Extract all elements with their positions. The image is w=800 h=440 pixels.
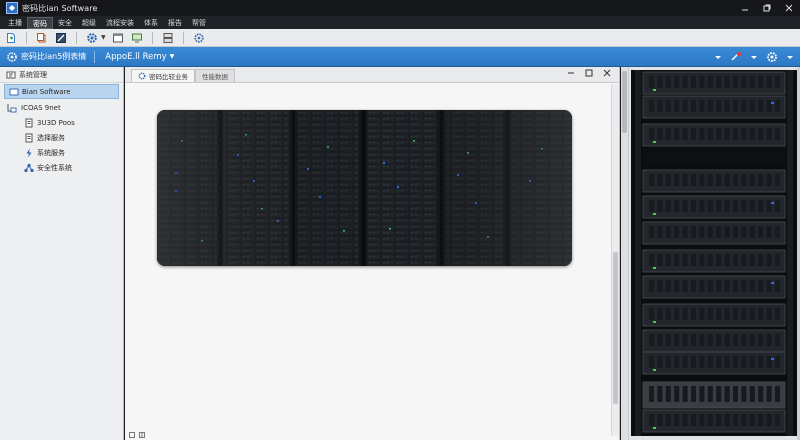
minimize-icon[interactable] bbox=[567, 69, 575, 77]
sidebar: 系统管理 Bian Software ICOAS 9net 3U3D Poos … bbox=[0, 67, 124, 440]
menu-item-1[interactable]: 密码 bbox=[27, 16, 53, 29]
caret-down-icon[interactable] bbox=[714, 52, 722, 62]
menu-item-0[interactable]: 主播 bbox=[3, 17, 27, 29]
edit-icon[interactable] bbox=[54, 31, 68, 45]
tab-performance-data[interactable]: 性能数据 bbox=[195, 69, 235, 82]
status-strip bbox=[125, 430, 620, 440]
address-divider bbox=[94, 50, 96, 63]
close-button[interactable] bbox=[778, 0, 800, 16]
sidebar-header-label: 系统管理 bbox=[19, 70, 47, 79]
monitor-icon[interactable] bbox=[130, 31, 144, 45]
sidebar-item-label: 系统服务 bbox=[37, 148, 65, 157]
rack-scrollbar[interactable] bbox=[621, 67, 629, 440]
options-gear-icon[interactable] bbox=[192, 31, 206, 45]
address-bar: 密码比ian5例表情 AppoE.ll Remy ▼ bbox=[0, 47, 800, 67]
sidebar-item-bian-software[interactable]: Bian Software bbox=[4, 84, 119, 99]
title-bar: 密码比ian Software bbox=[0, 0, 800, 16]
app-logo-icon bbox=[6, 2, 18, 14]
sidebar-item-label: 选择服务 bbox=[37, 133, 65, 142]
toolbar-divider bbox=[182, 31, 184, 44]
address-title: 密码比ian5例表情 bbox=[21, 52, 87, 61]
sidebar-item-label: 安全性系统 bbox=[37, 163, 72, 172]
status-grid-icon bbox=[139, 431, 145, 440]
menu-bar: 主播 密码 安全 超级 流程安装 体系 报告 帮管 bbox=[0, 16, 800, 29]
toolbar: ▼ bbox=[0, 29, 800, 47]
menu-item-4[interactable]: 流程安装 bbox=[101, 17, 139, 29]
sidebar-item-label: ICOAS 9net bbox=[21, 103, 61, 112]
tab-label: 性能数据 bbox=[202, 73, 228, 81]
restore-button[interactable] bbox=[756, 0, 778, 16]
document-icon bbox=[24, 133, 34, 143]
close-icon[interactable] bbox=[603, 69, 611, 77]
app-selector[interactable]: AppoE.ll Remy bbox=[105, 52, 166, 62]
server-icon[interactable] bbox=[161, 31, 175, 45]
content-scrollbar[interactable] bbox=[611, 84, 619, 436]
chevron-down-icon[interactable]: ▼ bbox=[170, 53, 175, 60]
tree-icon bbox=[6, 103, 18, 113]
tab-password-business[interactable]: 密码比较业务 bbox=[131, 69, 195, 82]
copy-icon[interactable] bbox=[35, 31, 49, 45]
settings-gear-icon[interactable] bbox=[85, 31, 99, 45]
server-rack-illustration bbox=[631, 70, 797, 436]
sidebar-item-system-service[interactable]: 系统服务 bbox=[0, 145, 123, 160]
scrollbar-thumb[interactable] bbox=[613, 252, 618, 404]
sidebar-item-select-service[interactable]: 选择服务 bbox=[0, 130, 123, 145]
server-racks-illustration bbox=[157, 110, 572, 266]
sidebar-item-icoas[interactable]: ICOAS 9net bbox=[0, 100, 123, 115]
toolbar-divider bbox=[76, 31, 77, 44]
sidebar-item-label: Bian Software bbox=[22, 87, 71, 96]
gear-icon bbox=[138, 72, 146, 80]
network-icon bbox=[24, 163, 34, 173]
sidebar-item-label: 3U3D Poos bbox=[37, 118, 75, 127]
lightning-icon bbox=[24, 148, 34, 158]
folder-tree-icon bbox=[6, 70, 16, 80]
document-icon bbox=[24, 118, 34, 128]
menu-item-6[interactable]: 报告 bbox=[163, 17, 187, 29]
status-list-icon bbox=[129, 431, 135, 440]
panel-window-controls bbox=[567, 69, 611, 77]
folder-icon bbox=[9, 87, 19, 97]
toolbar-divider bbox=[26, 31, 27, 44]
sidebar-header: 系统管理 bbox=[0, 67, 123, 83]
window-title: 密码比ian Software bbox=[22, 3, 98, 13]
main-panel: 密码比较业务 性能数据 bbox=[125, 67, 620, 440]
window-icon[interactable] bbox=[111, 31, 125, 45]
minimize-button[interactable] bbox=[734, 0, 756, 16]
dropdown-icon[interactable] bbox=[750, 52, 758, 62]
alert-icon[interactable] bbox=[730, 51, 742, 63]
menu-item-3[interactable]: 超级 bbox=[77, 17, 101, 29]
sidebar-item-poos[interactable]: 3U3D Poos bbox=[0, 115, 123, 130]
menu-item-7[interactable]: 帮管 bbox=[187, 17, 211, 29]
address-actions bbox=[714, 51, 794, 63]
window-controls bbox=[734, 0, 800, 16]
gear-icon[interactable] bbox=[766, 51, 778, 63]
chevron-down-icon[interactable]: ▼ bbox=[101, 34, 106, 41]
new-file-icon[interactable] bbox=[4, 31, 18, 45]
server-room-image bbox=[157, 110, 572, 266]
server-rack-image bbox=[631, 70, 797, 436]
toolbar-divider bbox=[151, 31, 153, 44]
menu-item-2[interactable]: 安全 bbox=[53, 17, 77, 29]
tab-strip: 密码比较业务 性能数据 bbox=[125, 67, 619, 83]
maximize-icon[interactable] bbox=[585, 69, 593, 77]
menu-item-5[interactable]: 体系 bbox=[139, 17, 163, 29]
rack-preview-panel bbox=[621, 67, 800, 440]
sidebar-item-security-system[interactable]: 安全性系统 bbox=[0, 160, 123, 175]
rack-scrollbar-thumb[interactable] bbox=[622, 71, 627, 133]
tab-label: 密码比较业务 bbox=[149, 73, 188, 81]
menu-more-icon[interactable] bbox=[786, 52, 794, 62]
settings-icon bbox=[6, 51, 18, 63]
